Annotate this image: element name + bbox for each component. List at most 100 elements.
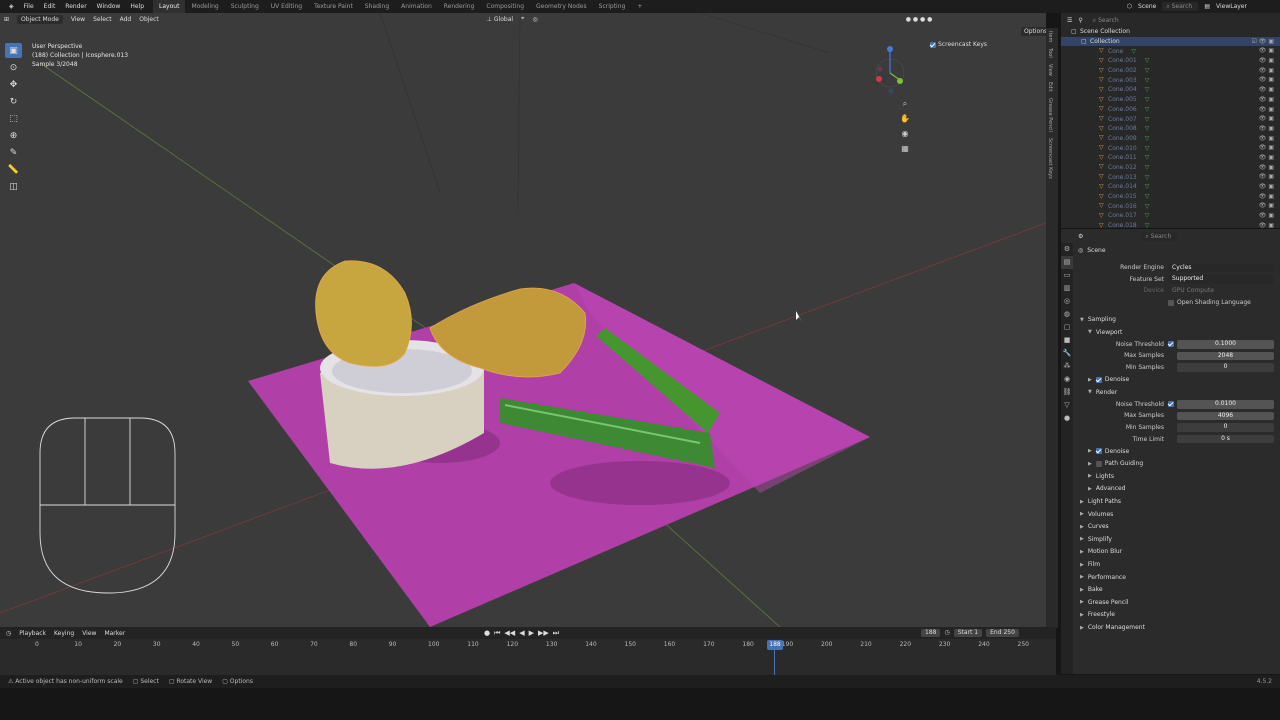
move-tool[interactable]: ✥ [5,77,22,92]
blender-icon[interactable]: ◈ [4,3,19,10]
filter-icon[interactable]: ⚲ [1078,17,1082,24]
prev-key-icon[interactable]: ◀◀ [504,629,515,638]
denoise-panel-render[interactable]: ▶ Denoise [1074,445,1280,458]
options-button[interactable]: Options [1021,27,1046,36]
tool-tab-icon[interactable]: ⚙ [1061,243,1073,256]
playhead[interactable]: 188 [767,640,783,650]
section-motion-blur[interactable]: ▶ Motion Blur [1074,546,1280,559]
row-visibility-icons[interactable]: 👁 ▣ [1259,193,1274,200]
section-simplify[interactable]: ▶ Simplify [1074,533,1280,546]
outliner-item[interactable]: ▽ Cone.006 ▽ 👁 ▣ [1061,105,1280,115]
proportional-icon[interactable]: ◎ [532,16,537,23]
play-icon[interactable]: ▶ [529,629,534,638]
scene-tab-icon[interactable]: ◎ [1061,295,1073,308]
editor-type-icon[interactable]: ⊞ [4,16,9,23]
menu-window[interactable]: Window [92,3,126,10]
row-visibility-icons[interactable]: 👁 ▣ [1259,164,1274,171]
tab-uv-editing[interactable]: UV Editing [265,0,308,13]
row-visibility-icons[interactable]: 👁 ▣ [1259,222,1274,229]
outliner-item[interactable]: ▽ Cone.008 ▽ 👁 ▣ [1061,124,1280,134]
viewport-subpanel[interactable]: ▼ Viewport [1074,326,1280,339]
outliner-item[interactable]: ▽ Cone.007 ▽ 👁 ▣ [1061,114,1280,124]
collection-row[interactable]: ▢ Collection ☑ 👁 ▣ [1061,36,1280,47]
sampling-panel[interactable]: ▼ Sampling [1074,313,1280,326]
row-visibility-icons[interactable]: 👁 ▣ [1259,154,1274,161]
r-max-samples-field[interactable]: 4096 [1177,411,1274,421]
start-frame-field[interactable]: Start 1 [953,629,983,637]
current-frame-field[interactable]: 188 [921,629,941,637]
camera-icon[interactable]: ◉ [898,127,912,141]
tab-scripting[interactable]: Scripting [593,0,632,13]
scene-search[interactable]: ⌕ Search [1162,2,1199,11]
tab-shading[interactable]: Shading [359,0,395,13]
outliner-item[interactable]: ▽ Cone.012 ▽ 👁 ▣ [1061,163,1280,173]
section-bake[interactable]: ▶ Bake [1074,583,1280,596]
viewlayer-name[interactable]: ViewLayer [1216,3,1276,10]
properties-search[interactable]: ⌕ Search [1141,231,1178,241]
outliner-item[interactable]: ▽ Cone.005 ▽ 👁 ▣ [1061,95,1280,105]
menu-edit[interactable]: Edit [39,3,61,10]
outliner-search[interactable]: ⌕ Search [1088,15,1125,25]
view-layer-tab-icon[interactable]: ▥ [1061,282,1073,295]
outliner-item[interactable]: ▽ Cone.014 ▽ 👁 ▣ [1061,182,1280,192]
constraints-tab-icon[interactable]: ⛓ [1061,386,1073,399]
viewlayer-icon[interactable]: ▤ [1204,3,1210,10]
scene-collection-row[interactable]: ▢ Scene Collection [1061,27,1280,37]
outliner-type-icon[interactable]: ☰ [1067,17,1072,24]
row-visibility-icons[interactable]: 👁 ▣ [1259,115,1274,122]
tab-layout[interactable]: Layout [153,0,186,13]
collection-tab-icon[interactable]: ▢ [1061,321,1073,334]
object-tab-icon[interactable]: ■ [1061,334,1073,347]
shading-icons[interactable]: ● ● ● ● [906,16,933,23]
material-tab-icon[interactable]: ● [1061,412,1073,425]
lights-panel[interactable]: ▶ Lights [1074,470,1280,483]
view-menu[interactable]: View [82,630,96,637]
path-guiding-panel[interactable]: ▶ Path Guiding [1074,458,1280,471]
row-visibility-icons[interactable]: 👁 ▣ [1259,183,1274,190]
3d-viewport[interactable]: ⊞ Object Mode View Select Add Object ⊥ G… [0,13,1046,627]
scale-tool[interactable]: ⬚ [5,111,22,126]
particles-tab-icon[interactable]: ⁂ [1061,360,1073,373]
tab-grease-pencil[interactable]: Grease Pencil [1046,95,1054,135]
grid-ortho-icon[interactable]: ▦ [898,142,912,156]
row-visibility-icons[interactable]: ☑ 👁 ▣ [1252,38,1274,45]
denoise-checkbox[interactable] [1095,448,1102,455]
section-grease-pencil[interactable]: ▶ Grease Pencil [1074,596,1280,609]
add-menu[interactable]: Add [120,16,132,23]
keying-menu[interactable]: Keying [54,630,74,637]
tab-view[interactable]: View [1046,61,1054,79]
row-visibility-icons[interactable]: 👁 ▣ [1259,96,1274,103]
tab-compositing[interactable]: Compositing [480,0,530,13]
tab-screencast-keys[interactable]: Screencast Keys [1046,135,1054,182]
data-tab-icon[interactable]: ▽ [1061,399,1073,412]
vp-noise-threshold-field[interactable]: 0.1000 [1177,340,1274,349]
tab-rendering[interactable]: Rendering [438,0,481,13]
measure-tool[interactable]: 📏 [5,162,22,177]
advanced-panel[interactable]: ▶ Advanced [1074,483,1280,496]
section-light-paths[interactable]: ▶ Light Paths [1074,495,1280,508]
section-performance[interactable]: ▶ Performance [1074,571,1280,584]
playback-menu[interactable]: Playback [19,630,46,637]
menu-render[interactable]: Render [60,3,91,10]
zoom-icon[interactable]: ⌕ [898,97,912,111]
physics-tab-icon[interactable]: ◉ [1061,373,1073,386]
screencast-keys-toggle[interactable]: Screencast Keys [930,41,987,48]
marker-menu[interactable]: Marker [104,630,125,637]
mode-dropdown[interactable]: Object Mode [17,14,63,24]
row-visibility-icons[interactable]: 👁 ▣ [1259,67,1274,74]
row-visibility-icons[interactable]: 👁 ▣ [1259,76,1274,83]
tab-edit[interactable]: Edit [1046,79,1054,95]
jump-start-icon[interactable]: ⏮ [494,629,500,638]
row-visibility-icons[interactable]: 👁 ▣ [1259,202,1274,209]
denoise-checkbox[interactable] [1095,376,1102,383]
object-menu[interactable]: Object [139,16,159,23]
render-engine-dropdown[interactable]: Cycles [1168,263,1274,273]
add-workspace-icon[interactable]: + [631,0,648,13]
r-time-limit-field[interactable]: 0 s [1177,434,1274,444]
transform-tool[interactable]: ⊕ [5,128,22,143]
r-min-samples-field[interactable]: 0 [1177,423,1274,432]
denoise-panel-viewport[interactable]: ▶ Denoise [1074,373,1280,386]
frame-ruler[interactable]: 0 10 20 30 40 50 60 70 80 90 100 110 120 130 140 150 160… [0,641,1056,651]
outliner-item[interactable]: ▽ Cone ▽ 👁 ▣ [1061,46,1280,56]
row-visibility-icons[interactable]: 👁 ▣ [1259,57,1274,64]
